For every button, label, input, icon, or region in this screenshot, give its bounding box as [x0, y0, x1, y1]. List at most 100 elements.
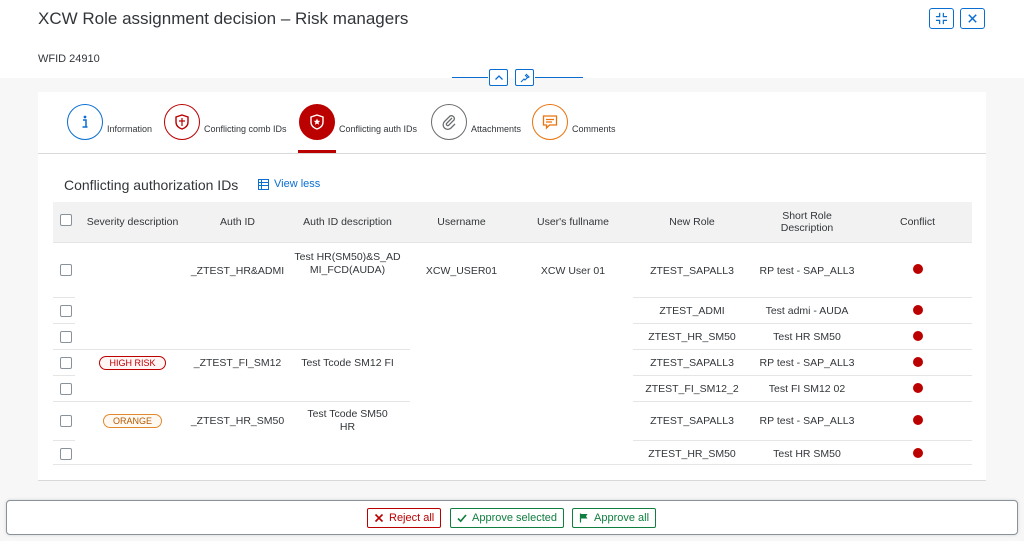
workflow-id: WFID 24910: [38, 53, 100, 65]
conflicts-panel: Conflicting authorization IDs View less …: [38, 154, 986, 481]
approve-selected-button[interactable]: Approve selected: [450, 508, 564, 528]
conflict-indicator: [912, 382, 923, 393]
auth-desc-cell: Test HR(SM50)&S_ADMI_FCD(AUDA): [285, 242, 410, 350]
reject-all-label: Reject all: [389, 512, 435, 524]
row-checkbox[interactable]: [60, 382, 72, 395]
paperclip-icon: [442, 115, 456, 130]
conflict-indicator: [912, 447, 923, 458]
header-divider-right: [535, 77, 583, 78]
tab-comments[interactable]: Comments: [532, 104, 616, 148]
conflict-indicator: [912, 356, 923, 367]
close-button[interactable]: [960, 8, 985, 29]
severity-cell: [75, 242, 190, 350]
short-desc: Test HR SM50: [773, 330, 841, 343]
new-role-cell: ZTEST_HR_SM50: [633, 323, 751, 350]
severity-badge-high-risk: HIGH RISK: [99, 355, 166, 370]
conflict-cell: [863, 440, 972, 466]
info-icon: [82, 115, 88, 128]
auth-desc: Test Tcode SM12 FI: [301, 356, 394, 369]
new-role-cell: ZTEST_FI_SM12_2: [633, 375, 751, 402]
row-checkbox[interactable]: [60, 304, 72, 317]
auth-desc: Test HR(SM50)&S_ADMI_FCD(AUDA): [294, 250, 401, 276]
pin-header-button[interactable]: [515, 69, 534, 86]
active-tab-indicator: [298, 150, 336, 153]
auth-desc-cell: Test Tcode SM50 HR: [285, 401, 410, 466]
short-desc-cell: Test HR SM50: [751, 323, 863, 350]
tab-attachments-circle: [431, 104, 467, 140]
select-all-checkbox[interactable]: [60, 214, 72, 227]
tab-conflicting-auth-ids[interactable]: Conflicting auth IDs: [299, 104, 417, 148]
page-title: XCW Role assignment decision – Risk mana…: [38, 9, 409, 28]
short-desc-cell: Test FI SM12 02: [751, 375, 863, 402]
row-checkbox-cell: [53, 401, 75, 441]
header-divider-left: [452, 77, 488, 78]
row-checkbox[interactable]: [60, 414, 72, 427]
auth-id-cell: _ZTEST_HR_SM50: [190, 401, 285, 466]
auth-desc: Test Tcode SM50 HR: [307, 407, 388, 433]
col-header-auth-id: Auth ID: [190, 202, 285, 243]
tab-information-label: Information: [107, 124, 153, 134]
flag-icon: [579, 513, 588, 523]
new-role-cell: ZTEST_SAPALL3: [633, 349, 751, 376]
collapse-header-button[interactable]: [489, 69, 508, 86]
auth-id: _ZTEST_FI_SM12: [193, 356, 282, 369]
severity-cell: ORANGE: [75, 401, 190, 466]
tab-information[interactable]: Information: [67, 104, 152, 148]
tab-comb-circle: [164, 104, 200, 140]
short-desc: Test HR SM50: [773, 447, 841, 460]
conflict-cell: [863, 349, 972, 376]
new-role: ZTEST_ADMI: [659, 304, 725, 317]
auth-id-cell: _ZTEST_HR&ADMI: [190, 242, 285, 350]
table-header-row: Severity description Auth ID Auth ID des…: [53, 202, 972, 243]
conflict-indicator: [912, 414, 923, 425]
row-checkbox[interactable]: [60, 330, 72, 343]
col-header-short-desc: Short Role Description: [751, 202, 863, 243]
col-header-auth-desc: Auth ID description: [285, 202, 410, 243]
conflict-indicator: [912, 263, 923, 274]
table-row[interactable]: _ZTEST_HR&ADMI Test HR(SM50)&S_ADMI_FCD(…: [53, 242, 972, 350]
row-checkbox-cell: [53, 440, 75, 466]
tab-auth-circle: [299, 104, 335, 140]
chevron-up-icon: [494, 74, 503, 80]
view-less-link[interactable]: View less: [258, 178, 320, 190]
tab-conflicting-comb-ids[interactable]: Conflicting comb IDs: [164, 104, 287, 148]
username-cell: XCW_USER01: [410, 242, 513, 466]
new-role: ZTEST_HR_SM50: [648, 447, 736, 460]
tab-attachments[interactable]: Attachments: [431, 104, 521, 148]
short-desc-cell: RP test - SAP_ALL3: [751, 242, 863, 298]
col-header-new-role: New Role: [633, 202, 751, 243]
table-view-icon: [258, 178, 269, 190]
approve-all-button[interactable]: Approve all: [572, 508, 657, 528]
tab-comb-label: Conflicting comb IDs: [204, 124, 287, 134]
row-checkbox[interactable]: [60, 447, 72, 460]
reject-all-button[interactable]: Reject all: [367, 508, 442, 528]
auth-id-cell: _ZTEST_FI_SM12: [190, 349, 285, 402]
conflict-cell: [863, 401, 972, 441]
conflict-cell: [863, 297, 972, 324]
new-role: ZTEST_FI_SM12_2: [645, 382, 739, 395]
short-desc-cell: RP test - SAP_ALL3: [751, 401, 863, 441]
short-desc: Test FI SM12 02: [768, 382, 846, 395]
view-less-label: View less: [274, 178, 321, 190]
exit-fullscreen-button[interactable]: [929, 8, 954, 29]
dialog-header: XCW Role assignment decision – Risk mana…: [0, 0, 1024, 78]
severity-cell: HIGH RISK: [75, 349, 190, 402]
col-header-username: Username: [410, 202, 513, 243]
row-checkbox[interactable]: [60, 356, 72, 369]
tab-information-circle: [67, 104, 103, 140]
footer-toolbar: Reject all Approve selected Approve all: [6, 500, 1018, 535]
close-icon: [968, 14, 977, 23]
auth-id: _ZTEST_HR&ADMI: [190, 264, 285, 277]
conflict-indicator: [912, 304, 923, 315]
col-header-fullname: User's fullname: [513, 202, 633, 243]
badge-icon: [310, 114, 324, 130]
section-title: Conflicting authorization IDs: [64, 177, 239, 193]
short-desc: RP test - SAP_ALL3: [759, 414, 855, 427]
row-checkbox[interactable]: [60, 263, 72, 276]
row-checkbox-cell: [53, 297, 75, 324]
new-role: ZTEST_HR_SM50: [648, 330, 736, 343]
short-desc-cell: Test HR SM50: [751, 440, 863, 466]
row-checkbox-cell: [53, 375, 75, 402]
row-checkbox-cell: [53, 323, 75, 350]
severity-badge-orange: ORANGE: [102, 413, 162, 428]
